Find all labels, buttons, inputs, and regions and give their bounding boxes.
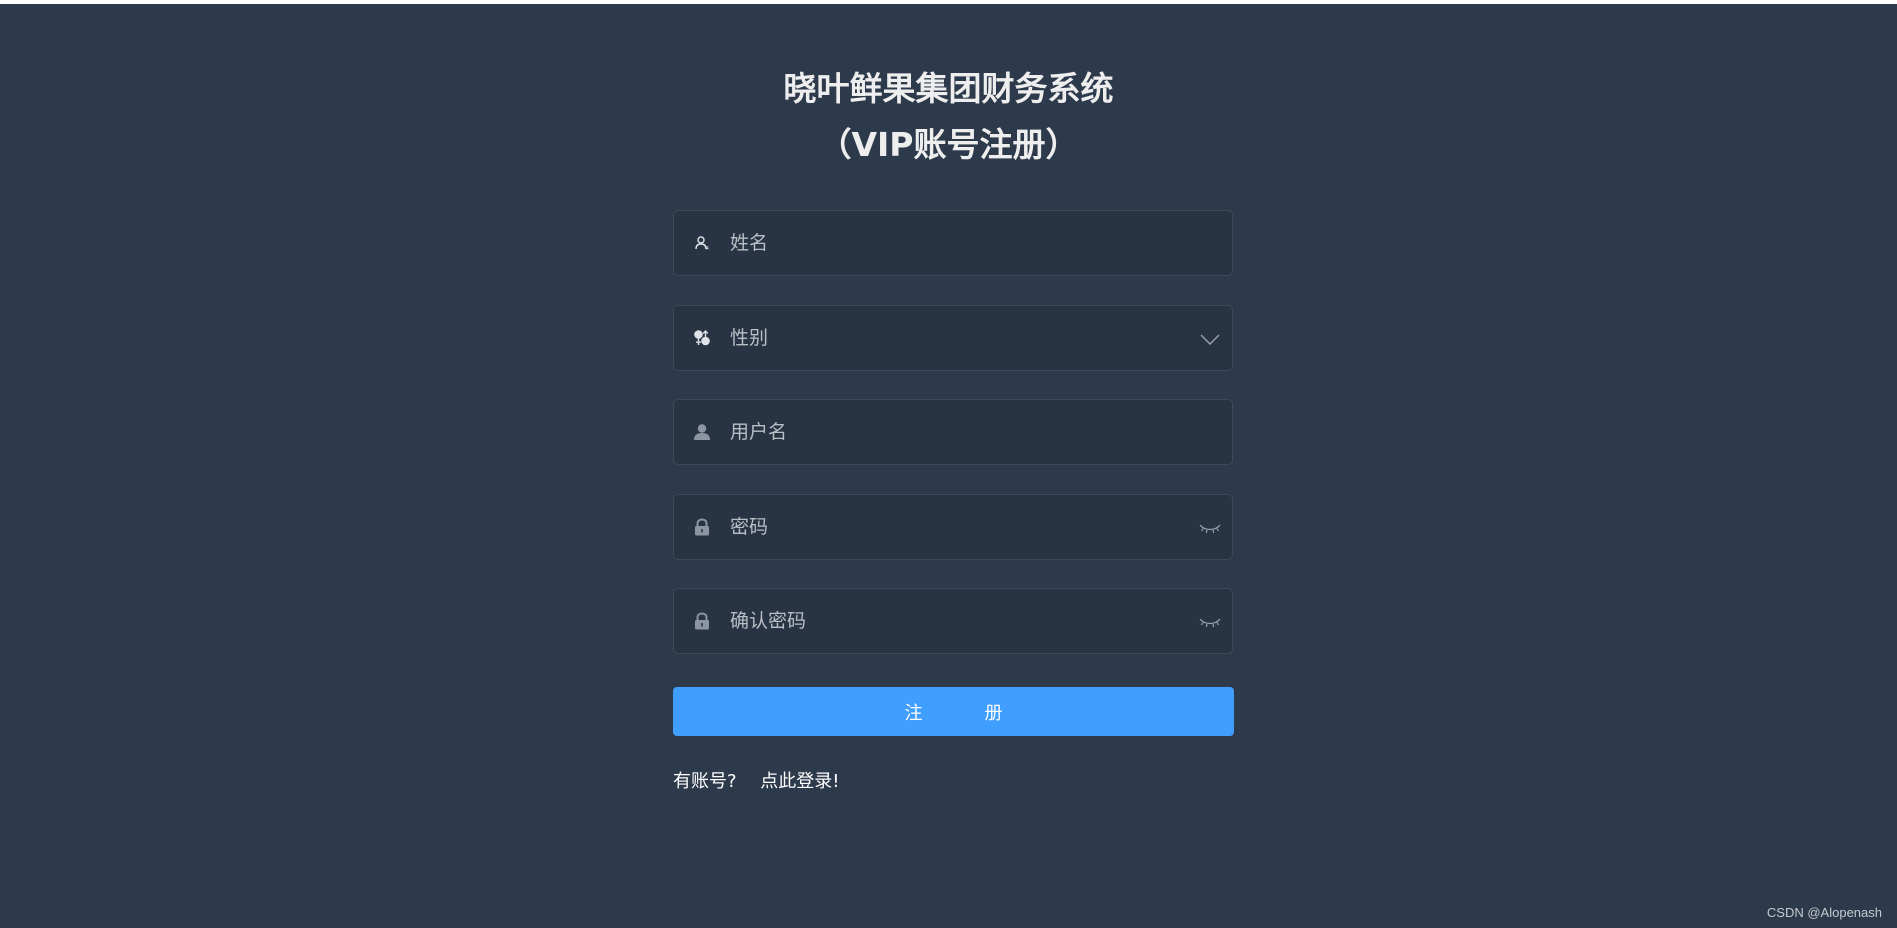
confirm-password-placeholder: 确认密码 [730, 610, 807, 632]
lock-icon [692, 611, 712, 631]
page-subtitle: （VIP账号注册） [818, 125, 1079, 164]
register-page: 晓叶鲜果集团财务系统 （VIP账号注册） 姓名 性别 用户名 密码 确认密码 注… [0, 4, 1897, 928]
lock-icon [692, 517, 712, 537]
login-link[interactable]: 点此登录! [760, 771, 839, 792]
gender-placeholder: 性别 [730, 327, 769, 349]
user-filled-icon [692, 422, 712, 442]
eye-closed-icon[interactable] [1198, 519, 1222, 539]
have-account-text: 有账号? [673, 771, 737, 792]
name-placeholder: 姓名 [730, 232, 769, 254]
register-button-label-1: 注 [904, 702, 923, 724]
password-field[interactable]: 密码 [673, 494, 1233, 560]
username-field[interactable]: 用户名 [673, 399, 1233, 465]
user-outline-icon [692, 233, 712, 253]
confirm-password-field[interactable]: 确认密码 [673, 588, 1233, 654]
page-title: 晓叶鲜果集团财务系统 [783, 69, 1114, 108]
register-button-label-2: 册 [984, 702, 1003, 724]
eye-closed-icon[interactable] [1198, 613, 1222, 633]
chevron-down-icon[interactable] [1198, 330, 1222, 350]
gender-select[interactable]: 性别 [673, 305, 1233, 371]
gender-icon [692, 328, 712, 348]
name-field[interactable]: 姓名 [673, 210, 1233, 276]
watermark: CSDN @Alopenash [1766, 905, 1882, 920]
register-button[interactable]: 注 册 [673, 687, 1234, 736]
username-placeholder: 用户名 [730, 421, 788, 443]
password-placeholder: 密码 [730, 516, 769, 538]
login-prompt: 有账号? 点此登录! [673, 770, 840, 794]
